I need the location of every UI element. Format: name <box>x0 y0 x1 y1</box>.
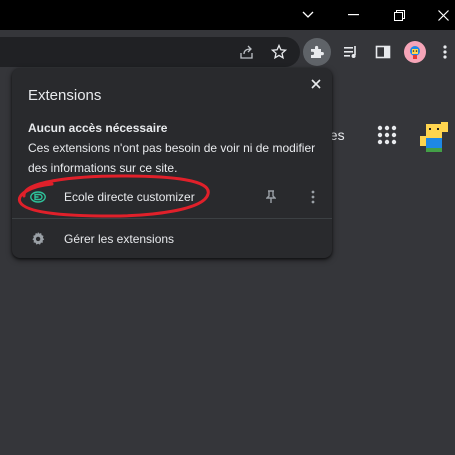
manage-extensions-label: Gérer les extensions <box>64 232 175 246</box>
extensions-button[interactable] <box>303 38 331 66</box>
minimize-icon <box>347 14 359 16</box>
manage-extensions-button[interactable]: Gérer les extensions <box>12 226 332 252</box>
popup-close-button[interactable] <box>306 74 326 94</box>
restore-button[interactable] <box>376 0 422 30</box>
close-window-button[interactable] <box>420 0 455 30</box>
star-icon <box>271 44 287 60</box>
kebab-menu-icon <box>311 190 315 204</box>
chevron-down-icon <box>302 11 314 18</box>
extensions-popup: Extensions Aucun accès nécessaire Ces ex… <box>12 68 332 258</box>
close-icon <box>311 79 321 89</box>
bookmark-button[interactable] <box>265 38 293 66</box>
extension-name: Ecole directe customizer <box>64 190 195 204</box>
gear-icon <box>32 232 45 245</box>
section-heading: Aucun accès nécessaire <box>28 121 168 135</box>
kebab-menu-icon <box>443 45 447 59</box>
puzzle-icon <box>311 45 324 58</box>
tab-search-button[interactable] <box>285 0 331 30</box>
side-panel-icon <box>375 45 391 59</box>
side-panel-button[interactable] <box>369 38 397 66</box>
apps-grid-icon[interactable] <box>376 124 398 146</box>
browser-menu-button[interactable] <box>431 38 455 66</box>
share-icon <box>240 45 253 59</box>
popup-divider <box>12 218 332 219</box>
pin-extension-button[interactable] <box>263 189 279 205</box>
minimize-button[interactable] <box>330 0 376 30</box>
profile-button[interactable] <box>401 38 429 66</box>
media-control-button[interactable] <box>337 38 365 66</box>
window-titlebar <box>0 0 455 30</box>
pin-icon <box>266 190 276 203</box>
section-description: Ces extensions n'ont pas besoin de voir … <box>28 141 316 175</box>
profile-avatar <box>404 41 426 63</box>
close-icon <box>437 9 449 21</box>
account-avatar-icon[interactable] <box>416 118 452 154</box>
restore-icon <box>393 9 405 21</box>
extension-more-button[interactable] <box>305 189 321 205</box>
share-button[interactable] <box>233 38 261 66</box>
media-control-icon <box>344 46 356 58</box>
popup-title: Extensions <box>28 87 102 104</box>
extension-row[interactable]: Ecole directe customizer <box>12 182 332 212</box>
extension-logo-icon <box>30 191 46 203</box>
